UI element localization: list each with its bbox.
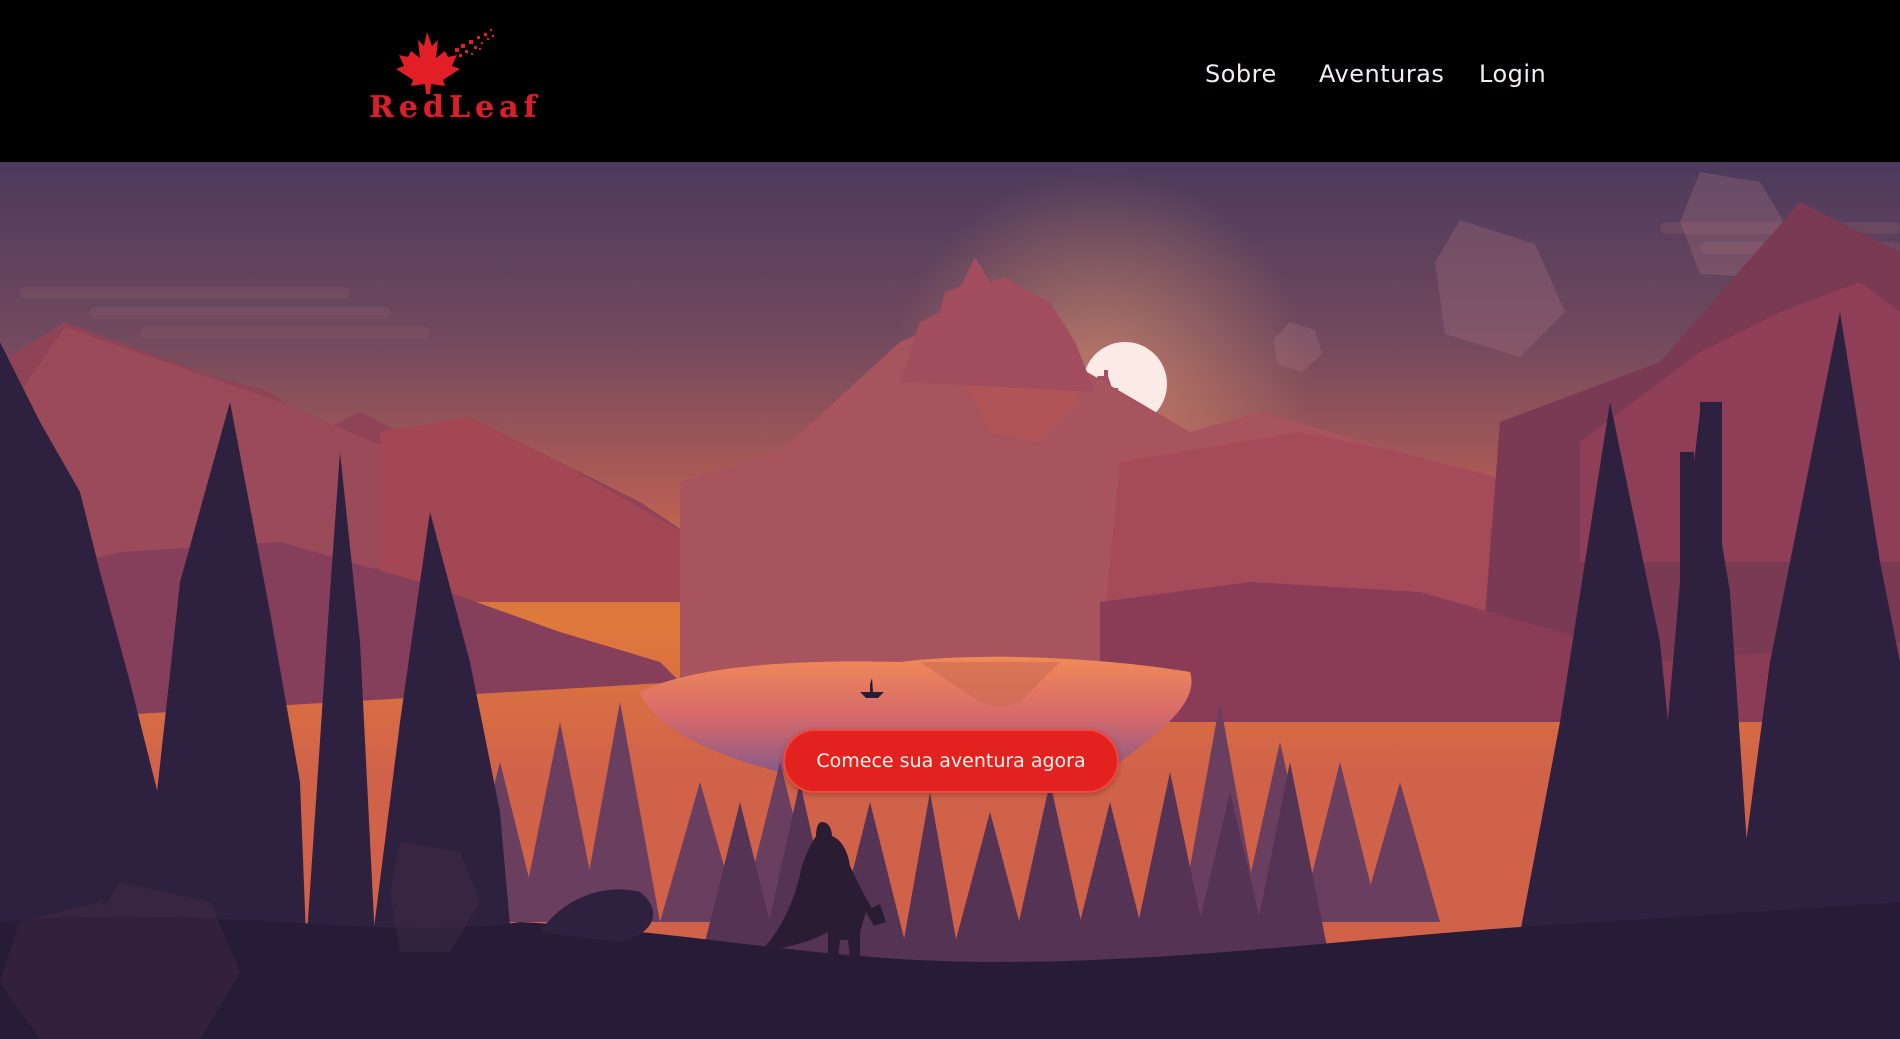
- redleaf-logo[interactable]: RedLeaf: [365, 24, 542, 128]
- nav-link-sobre[interactable]: Sobre: [1205, 60, 1277, 88]
- start-adventure-button[interactable]: Comece sua aventura agora: [783, 729, 1119, 793]
- nav-link-aventuras[interactable]: Aventuras: [1319, 60, 1444, 88]
- hero-landscape-illustration: [0, 162, 1900, 1039]
- top-navigation-bar: RedLeaf Sobre Aventuras Login: [0, 0, 1900, 162]
- brand-name: RedLeaf: [369, 90, 542, 125]
- nav-link-login[interactable]: Login: [1479, 60, 1546, 88]
- hero-section: Comece sua aventura agora: [0, 162, 1900, 1039]
- maple-leaf-icon: [396, 29, 494, 94]
